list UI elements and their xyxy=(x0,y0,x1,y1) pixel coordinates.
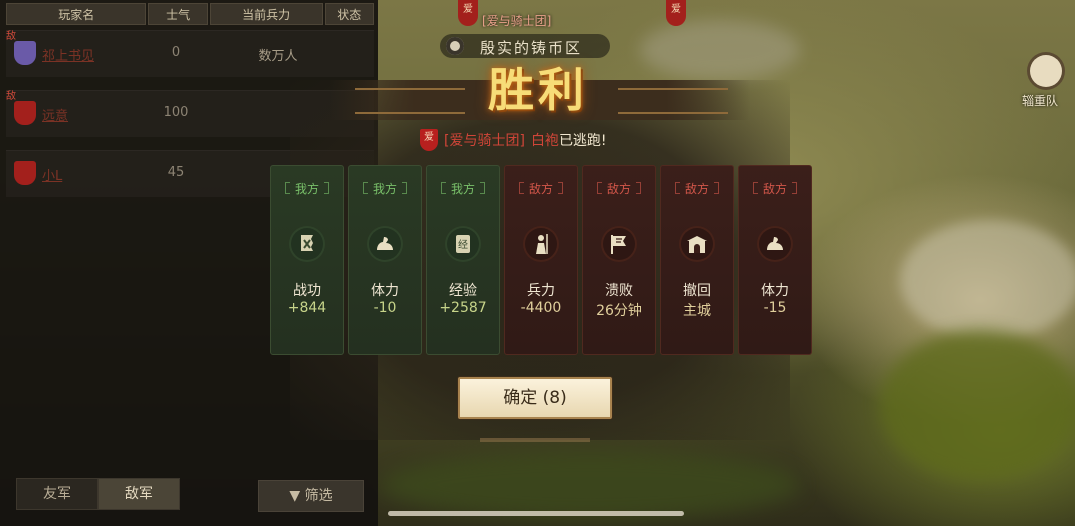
alliance-flag-icon[interactable]: 爱 xyxy=(458,0,478,26)
supply-team-label: 辎重队 xyxy=(1022,94,1059,108)
player-morale: 100 xyxy=(163,105,189,120)
alliance-banner-icon xyxy=(14,101,36,125)
player-name[interactable]: 远意 xyxy=(42,105,68,124)
card-value: 26分钟 xyxy=(596,303,642,319)
button-ornament xyxy=(480,438,590,442)
alliance-banner-icon xyxy=(14,41,36,65)
card-label: 撤回 xyxy=(683,283,711,299)
side-label: 敌方 xyxy=(661,180,733,197)
result-card: 敌方 兵力 -4400 xyxy=(504,165,578,355)
card-value: +2587 xyxy=(439,300,487,316)
city-gate-icon xyxy=(681,228,713,260)
banner-ornament-right xyxy=(618,88,728,114)
enemy-tag: 敌 xyxy=(6,31,16,42)
card-label: 溃败 xyxy=(605,283,633,299)
stamina-icon xyxy=(759,228,791,260)
filter-button[interactable]: ▼ 筛选 xyxy=(258,480,364,512)
escape-text: 已逃跑! xyxy=(558,133,607,149)
enemy-tag: 敌 xyxy=(6,91,16,102)
result-cards: 我方 战功 +844 我方 体力 -10 我方 经 经验 +2587 敌方 兵力… xyxy=(270,165,812,355)
escape-player-name: 白袍 xyxy=(530,133,559,149)
side-label: 我方 xyxy=(427,180,499,197)
alliance-flag-icon[interactable]: 爱 xyxy=(666,0,686,26)
filter-icon: ▼ xyxy=(289,488,301,504)
side-label: 我方 xyxy=(349,180,421,197)
alliance-shield-icon: 爱 xyxy=(420,129,438,151)
svg-text:经: 经 xyxy=(458,238,468,251)
player-troops: 数万人 xyxy=(258,49,298,64)
result-card: 敌方 体力 -15 xyxy=(738,165,812,355)
alliance-banner-icon xyxy=(14,161,36,185)
tab-enemy[interactable]: 敌军 xyxy=(98,478,180,510)
banner-ornament-left xyxy=(355,88,465,114)
card-label: 经验 xyxy=(449,283,477,299)
result-card: 敌方 溃败 26分钟 xyxy=(582,165,656,355)
card-label: 体力 xyxy=(761,283,789,299)
result-card: 我方 体力 -10 xyxy=(348,165,422,355)
side-label: 敌方 xyxy=(739,180,811,197)
header-troops: 当前兵力 xyxy=(209,3,323,25)
victory-title: 胜利 xyxy=(488,63,588,117)
side-label: 敌方 xyxy=(583,180,655,197)
result-card: 敌方 撤回 主城 xyxy=(660,165,734,355)
list-header: 玩家名 士气 当前兵力 状态 xyxy=(6,3,375,25)
tab-friendly[interactable]: 友军 xyxy=(16,478,98,510)
result-card: 我方 战功 +844 xyxy=(270,165,344,355)
escape-message: 爱 [爱与骑士团] 白袍 已逃跑! xyxy=(420,128,607,152)
result-card: 我方 经 经验 +2587 xyxy=(426,165,500,355)
escape-alliance: [爱与骑士团] xyxy=(444,133,525,149)
card-value: +844 xyxy=(287,300,327,316)
card-label: 战功 xyxy=(293,283,321,299)
card-value: -15 xyxy=(763,300,787,316)
location-ring-icon xyxy=(446,37,464,55)
rout-flag-icon xyxy=(603,228,635,260)
card-value: -10 xyxy=(373,300,397,316)
side-label: 敌方 xyxy=(505,180,577,197)
player-morale: 0 xyxy=(171,45,181,60)
alliance-name-label: [爱与骑士团] xyxy=(482,14,552,28)
card-value: 主城 xyxy=(683,303,711,319)
header-status: 状态 xyxy=(324,3,375,25)
army-tabs: 友军 敌军 xyxy=(16,478,180,510)
player-name[interactable]: 小L xyxy=(42,165,62,184)
player-name[interactable]: 祁上书见 xyxy=(42,45,94,64)
stamina-icon xyxy=(369,228,401,260)
card-label: 体力 xyxy=(371,283,399,299)
list-item[interactable]: 敌 祁上书见 0 数万人 xyxy=(6,30,374,77)
confirm-button[interactable]: 确定 (8) xyxy=(458,377,612,419)
supply-team-icon[interactable] xyxy=(1030,55,1062,87)
side-label: 我方 xyxy=(271,180,343,197)
card-value: -4400 xyxy=(520,300,562,316)
header-player-name: 玩家名 xyxy=(6,3,147,25)
player-morale: 45 xyxy=(167,165,185,180)
experience-icon: 经 xyxy=(447,228,479,260)
filter-label: 筛选 xyxy=(304,488,333,504)
home-indicator[interactable] xyxy=(388,511,684,516)
soldier-icon xyxy=(525,228,557,260)
merit-icon xyxy=(291,228,323,260)
card-label: 兵力 xyxy=(527,283,555,299)
header-morale: 士气 xyxy=(148,3,208,25)
